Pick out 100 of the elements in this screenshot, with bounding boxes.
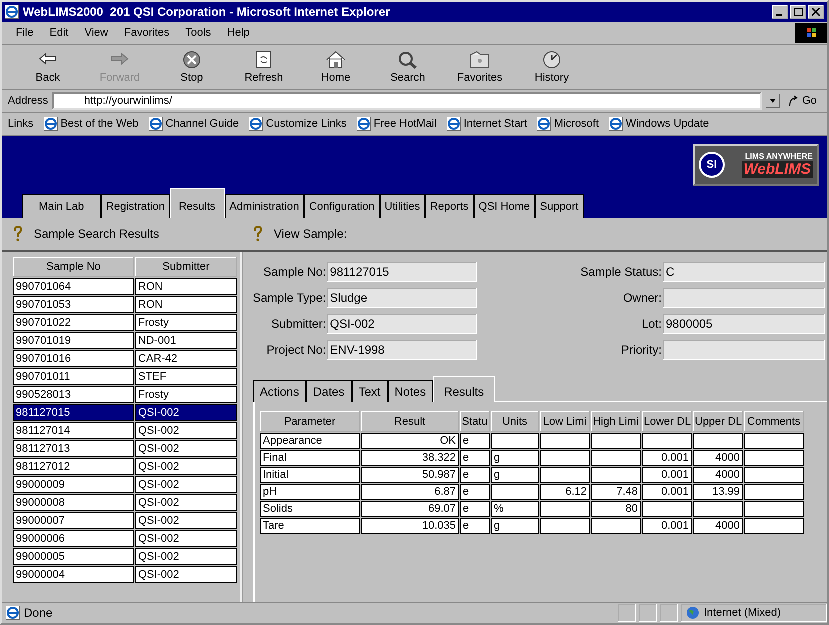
- detail-tab[interactable]: Results: [433, 376, 496, 402]
- table-cell[interactable]: 99000006: [13, 530, 134, 547]
- app-tab[interactable]: Main Lab: [22, 194, 102, 218]
- app-tab[interactable]: Utilities: [380, 194, 426, 218]
- menu-item[interactable]: Tools: [180, 25, 218, 41]
- text-field[interactable]: C: [663, 262, 825, 282]
- column-header[interactable]: Result: [361, 411, 459, 432]
- field-label: Lot:: [642, 317, 662, 331]
- table-cell[interactable]: QSI-002: [135, 494, 237, 511]
- table-cell[interactable]: 990701053: [13, 296, 134, 313]
- app-tab[interactable]: Reports: [425, 194, 474, 218]
- text-field[interactable]: QSI-002: [327, 314, 478, 334]
- text-field[interactable]: [663, 288, 825, 308]
- detail-tab[interactable]: Notes: [388, 380, 434, 402]
- close-icon: [812, 8, 820, 16]
- link-button[interactable]: Customize Links: [249, 117, 347, 131]
- menu-item[interactable]: View: [78, 25, 114, 41]
- table-cell[interactable]: QSI-002: [135, 512, 237, 529]
- maximize-button[interactable]: [790, 5, 806, 19]
- column-header[interactable]: Submitter: [135, 257, 237, 277]
- table-cell[interactable]: 990701016: [13, 350, 134, 367]
- text-field[interactable]: 9800005: [663, 314, 825, 334]
- toolbar-button[interactable]: Back: [12, 48, 84, 86]
- dropdown-arrow-icon[interactable]: [766, 94, 780, 108]
- table-cell[interactable]: 99000008: [13, 494, 134, 511]
- table-cell[interactable]: RON: [135, 296, 237, 313]
- table-cell[interactable]: Frosty: [135, 314, 237, 331]
- table-cell[interactable]: QSI-002: [135, 566, 237, 583]
- table-cell[interactable]: 99000004: [13, 566, 134, 583]
- table-cell[interactable]: 981127015: [13, 404, 134, 421]
- table-cell[interactable]: QSI-002: [135, 548, 237, 565]
- column-header[interactable]: Sample No: [13, 257, 134, 277]
- app-tab[interactable]: QSI Home: [474, 194, 536, 218]
- table-cell[interactable]: QSI-002: [135, 440, 237, 457]
- link-button[interactable]: Internet Start: [446, 117, 528, 131]
- question-mark-icon[interactable]: [12, 226, 24, 242]
- link-button[interactable]: Microsoft: [537, 117, 600, 131]
- link-button[interactable]: Free HotMail: [356, 117, 437, 131]
- address-field[interactable]: http://yourwinlims/: [52, 92, 762, 110]
- table-cell[interactable]: 981127013: [13, 440, 134, 457]
- link-button[interactable]: Channel Guide: [148, 117, 240, 131]
- column-header[interactable]: Statu: [460, 411, 490, 432]
- column-header[interactable]: Parameter: [260, 411, 360, 432]
- table-cell[interactable]: 981127012: [13, 458, 134, 475]
- table-cell[interactable]: QSI-002: [135, 422, 237, 439]
- question-mark-icon[interactable]: [252, 226, 264, 242]
- app-tab[interactable]: Results: [170, 188, 225, 218]
- close-button[interactable]: [808, 5, 824, 19]
- detail-tab[interactable]: Dates: [306, 380, 352, 402]
- minimize-button[interactable]: [772, 5, 788, 19]
- table-cell[interactable]: 990701019: [13, 332, 134, 349]
- table-cell: e: [460, 450, 490, 466]
- table-cell[interactable]: QSI-002: [135, 530, 237, 547]
- toolbar-button[interactable]: Home: [300, 48, 372, 86]
- toolbar-button[interactable]: Stop: [156, 48, 228, 86]
- text-field[interactable]: Sludge: [327, 288, 478, 308]
- menu-item[interactable]: Edit: [44, 25, 75, 41]
- table-cell[interactable]: QSI-002: [135, 476, 237, 493]
- text-field[interactable]: ENV-1998: [327, 340, 478, 360]
- menu-item[interactable]: Favorites: [118, 25, 176, 41]
- app-tab[interactable]: Configuration: [304, 194, 380, 218]
- table-cell[interactable]: 990528013: [13, 386, 134, 403]
- status-pane: [639, 604, 657, 622]
- toolbar-button[interactable]: History: [516, 48, 588, 86]
- link-button[interactable]: Windows Update: [609, 117, 710, 131]
- column-header[interactable]: Low Limi: [540, 411, 590, 432]
- toolbar-button[interactable]: Refresh: [228, 48, 300, 86]
- table-cell[interactable]: CAR-42: [135, 350, 237, 367]
- column-header[interactable]: Comments: [744, 411, 804, 432]
- column-header[interactable]: High Limi: [591, 411, 641, 432]
- table-cell[interactable]: QSI-002: [135, 404, 237, 421]
- table-cell[interactable]: 990701064: [13, 278, 134, 295]
- table-cell[interactable]: 990701011: [13, 368, 134, 385]
- app-tab[interactable]: Support: [535, 194, 584, 218]
- table-cell[interactable]: 99000009: [13, 476, 134, 493]
- table-cell[interactable]: STEF: [135, 368, 237, 385]
- table-cell[interactable]: RON: [135, 278, 237, 295]
- menu-item[interactable]: File: [10, 25, 40, 41]
- table-cell[interactable]: QSI-002: [135, 458, 237, 475]
- link-button[interactable]: Best of the Web: [44, 117, 139, 131]
- toolbar-button[interactable]: Favorites: [444, 48, 516, 86]
- toolbar-button[interactable]: Search: [372, 48, 444, 86]
- detail-tab[interactable]: Actions: [253, 380, 306, 402]
- table-cell[interactable]: 981127014: [13, 422, 134, 439]
- go-button[interactable]: Go: [784, 95, 821, 107]
- detail-tab[interactable]: Text: [352, 380, 388, 402]
- app-tab[interactable]: Registration: [101, 194, 170, 218]
- column-header[interactable]: Upper DL: [693, 411, 743, 432]
- app-tab[interactable]: Administration: [224, 194, 304, 218]
- text-field[interactable]: 981127015: [327, 262, 478, 282]
- table-cell[interactable]: Frosty: [135, 386, 237, 403]
- table-cell[interactable]: ND-001: [135, 332, 237, 349]
- table-cell[interactable]: 990701022: [13, 314, 134, 331]
- table-cell[interactable]: 99000007: [13, 512, 134, 529]
- column-header[interactable]: Units: [491, 411, 539, 432]
- table-cell[interactable]: 99000005: [13, 548, 134, 565]
- menu-item[interactable]: Help: [221, 25, 256, 41]
- text-field[interactable]: [663, 340, 825, 360]
- column-header[interactable]: Lower DL: [642, 411, 692, 432]
- ie-logo-icon: [609, 117, 624, 131]
